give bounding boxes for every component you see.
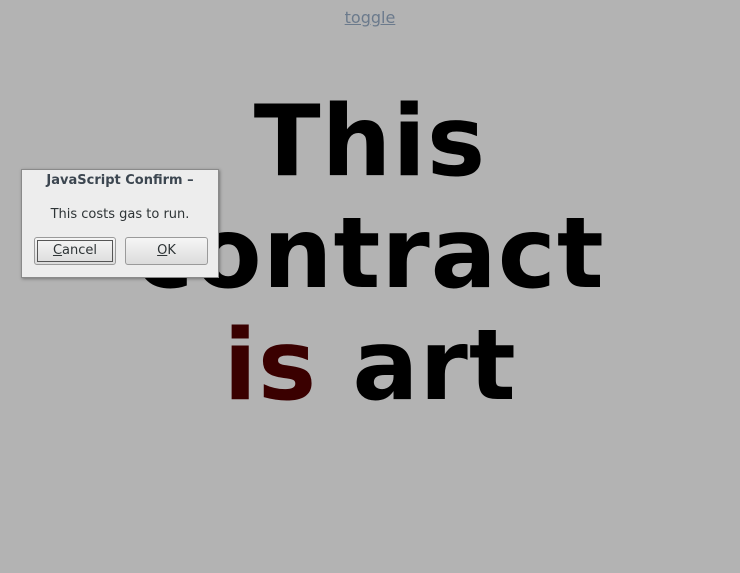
- confirm-dialog: JavaScript Confirm – This costs gas to r…: [21, 169, 219, 278]
- cancel-mnemonic: C: [52, 243, 63, 258]
- cancel-label: ancel: [62, 243, 98, 258]
- dialog-message: This costs gas to run.: [50, 207, 190, 222]
- headline-last-word: art: [352, 309, 517, 423]
- ok-button[interactable]: OK: [125, 237, 208, 265]
- headline-accent-word: is: [223, 309, 318, 423]
- ok-mnemonic: O: [157, 243, 168, 258]
- ok-label: K: [167, 243, 176, 258]
- dialog-title: JavaScript Confirm –: [46, 173, 194, 188]
- headline-line-3: is art: [0, 310, 740, 422]
- toggle-link[interactable]: toggle: [0, 8, 740, 27]
- cancel-button[interactable]: Cancel: [34, 237, 116, 265]
